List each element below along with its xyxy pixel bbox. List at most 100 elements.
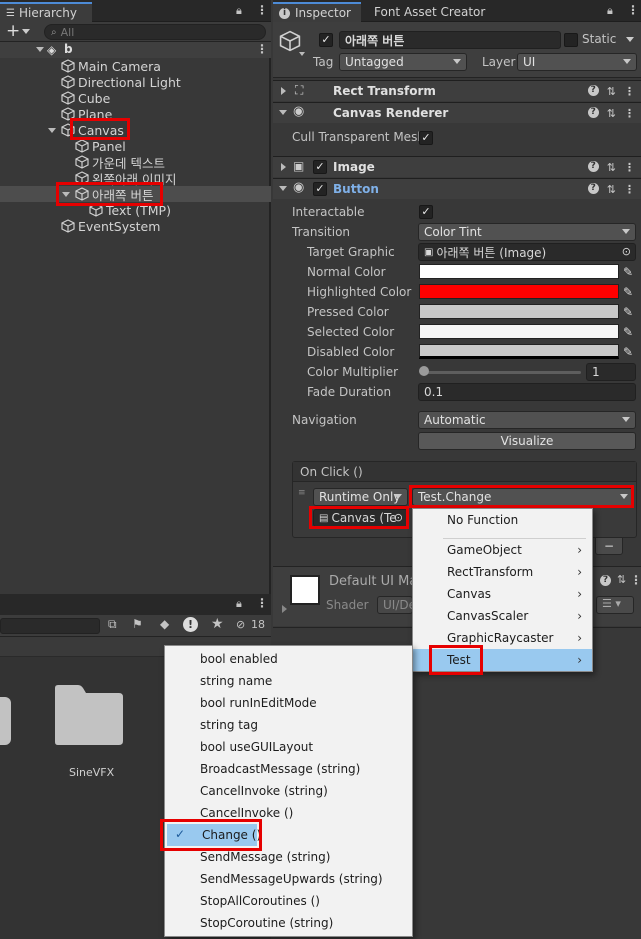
menu-item-no-function[interactable]: No Function <box>413 509 592 531</box>
add-icon[interactable]: + <box>6 21 20 41</box>
color-multiplier-slider-handle[interactable] <box>419 366 429 376</box>
expand-arrow-icon[interactable] <box>48 127 56 133</box>
highlighted-color-swatch[interactable] <box>419 284 619 299</box>
function-dropdown[interactable]: Test.Change <box>412 488 634 506</box>
menu-item-graphicraycaster[interactable]: GraphicRaycaster › <box>413 627 592 649</box>
menu-item-method[interactable]: SendMessageUpwards (string) <box>165 868 412 890</box>
color-multiplier-slider-track[interactable] <box>423 371 581 374</box>
hierarchy-item[interactable]: Plane <box>61 106 112 122</box>
hierarchy-search-input[interactable]: ⌕ All <box>44 24 266 40</box>
pressed-color-swatch[interactable] <box>419 304 619 319</box>
fade-duration-field[interactable]: 0.1 <box>418 383 636 401</box>
menu-item-method[interactable]: StopAllCoroutines () <box>165 890 412 912</box>
help-icon[interactable]: ? <box>587 183 599 194</box>
button-enabled-checkbox[interactable]: ✓ <box>313 182 327 196</box>
add-dropdown-icon[interactable] <box>22 29 30 34</box>
image-header[interactable]: ▣ ✓ Image ? ⇅ ⋮ <box>273 156 641 177</box>
shader-dropdown[interactable]: UI/De <box>377 596 416 614</box>
lock-icon[interactable]: 🔒︎ <box>236 4 242 18</box>
visualize-button[interactable]: Visualize <box>418 432 636 450</box>
search-by-type-icon[interactable]: ⧉ <box>108 617 117 632</box>
expand-arrow-icon[interactable] <box>62 191 70 197</box>
runtime-dropdown[interactable]: Runtime Only <box>313 488 408 506</box>
menu-item-recttransform[interactable]: RectTransform › <box>413 561 592 583</box>
inspector-tab[interactable]: i Inspector <box>273 2 361 22</box>
eyedropper-icon[interactable]: ✎ <box>619 324 637 340</box>
eyedropper-icon[interactable]: ✎ <box>619 284 637 300</box>
disabled-color-swatch[interactable] <box>419 344 619 359</box>
component-menu-icon[interactable]: ⋮ <box>624 107 635 120</box>
component-menu-icon[interactable]: ⋮ <box>624 85 635 98</box>
tag-icon[interactable]: ◆ <box>160 617 169 631</box>
font-asset-creator-tab[interactable]: Font Asset Creator <box>368 2 485 22</box>
material-options-button[interactable]: ☰ ▾ <box>596 596 634 614</box>
drag-handle-icon[interactable]: ≡ <box>298 488 306 498</box>
menu-item-canvasscaler[interactable]: CanvasScaler › <box>413 605 592 627</box>
more-options-icon[interactable]: ⋮ <box>256 3 268 17</box>
eyedropper-icon[interactable]: ✎ <box>619 264 637 280</box>
menu-item-method[interactable]: bool runInEditMode <box>165 692 412 714</box>
project-search-input[interactable] <box>0 618 100 634</box>
menu-item-canvas[interactable]: Canvas › <box>413 583 592 605</box>
material-expand-icon[interactable] <box>282 605 287 613</box>
hierarchy-item[interactable]: Cube <box>61 90 110 106</box>
more-options-icon[interactable]: ⋮ <box>627 3 639 17</box>
menu-item-gameobject[interactable]: GameObject › <box>413 539 592 561</box>
cull-transparent-mesh-checkbox[interactable]: ✓ <box>419 131 433 145</box>
icon-dropdown-icon[interactable] <box>299 52 305 56</box>
scene-row[interactable]: ◈ b ⋮ <box>0 42 271 58</box>
hierarchy-item[interactable]: Text (TMP) <box>89 202 171 218</box>
lock-icon[interactable]: 🔒︎ <box>236 597 242 611</box>
object-name-field[interactable]: 아래쪽 버튼 <box>339 31 561 49</box>
hierarchy-tab[interactable]: ☰ Hierarchy <box>0 2 92 22</box>
transition-dropdown[interactable]: Color Tint <box>418 223 636 241</box>
object-picker-icon[interactable]: ⊙ <box>622 245 631 258</box>
image-enabled-checkbox[interactable]: ✓ <box>313 160 327 174</box>
target-graphic-field[interactable]: ▣ 아래쪽 버튼 (Image) ⊙ <box>418 243 636 261</box>
menu-item-test[interactable]: Test › <box>413 649 592 671</box>
menu-item-method[interactable]: CancelInvoke () <box>165 802 412 824</box>
menu-item-method[interactable]: string tag <box>165 714 412 736</box>
expand-arrow-icon[interactable] <box>279 110 287 115</box>
selected-color-swatch[interactable] <box>419 324 619 339</box>
expand-arrow-icon[interactable] <box>279 186 287 191</box>
tag-dropdown[interactable]: Untagged <box>339 53 467 71</box>
favorite-star-icon[interactable]: ★ <box>211 616 224 632</box>
scene-options-icon[interactable]: ⋮ <box>256 42 268 56</box>
help-icon[interactable]: ? <box>587 161 599 172</box>
preset-icon[interactable]: ⇅ <box>607 161 616 174</box>
remove-listener-button[interactable]: − <box>595 537 623 555</box>
hierarchy-item-button[interactable]: 아래쪽 버튼 <box>62 186 153 203</box>
collapse-arrow-icon[interactable] <box>281 87 286 95</box>
expand-arrow-icon[interactable] <box>36 47 44 52</box>
menu-item-method[interactable]: BroadcastMessage (string) <box>165 758 412 780</box>
canvas-renderer-header[interactable]: ◉ Canvas Renderer ? ⇅ ⋮ <box>273 102 641 123</box>
preset-icon[interactable]: ⇅ <box>607 85 616 98</box>
menu-item-method[interactable]: bool useGUILayout <box>165 736 412 758</box>
interactable-checkbox[interactable]: ✓ <box>419 205 433 219</box>
warning-icon[interactable]: ! <box>183 617 198 632</box>
menu-item-change-selected[interactable]: ✓ Change () <box>167 824 261 846</box>
collapse-arrow-icon[interactable] <box>281 163 286 171</box>
menu-item-method[interactable]: CancelInvoke (string) <box>165 780 412 802</box>
active-checkbox[interactable]: ✓ <box>319 33 333 47</box>
folder-icon[interactable] <box>52 684 125 746</box>
button-header[interactable]: ◉ ✓ Button ? ⇅ ⋮ <box>273 178 641 199</box>
menu-item-method[interactable]: SendMessage (string) <box>165 846 412 868</box>
component-menu-icon[interactable]: ⋮ <box>624 183 635 196</box>
folder-icon[interactable] <box>0 697 11 745</box>
static-dropdown-icon[interactable] <box>626 37 634 42</box>
hierarchy-item-canvas[interactable]: Canvas <box>48 122 124 138</box>
target-object-field[interactable]: ▤ Canvas (Te ⊙ <box>313 509 408 527</box>
component-menu-icon[interactable]: ⋮ <box>630 573 641 587</box>
hierarchy-item[interactable]: Directional Light <box>61 74 181 90</box>
help-icon[interactable]: ? <box>600 575 611 586</box>
help-icon[interactable]: ? <box>587 107 599 118</box>
static-checkbox[interactable] <box>564 33 578 47</box>
preset-icon[interactable]: ⇅ <box>607 107 616 120</box>
color-multiplier-field[interactable]: 1 <box>586 363 636 381</box>
menu-item-method[interactable]: StopCoroutine (string) <box>165 912 412 934</box>
preset-icon[interactable]: ⇅ <box>607 183 616 196</box>
layer-dropdown[interactable]: UI <box>517 53 637 71</box>
preset-icon[interactable]: ⇅ <box>617 573 626 586</box>
